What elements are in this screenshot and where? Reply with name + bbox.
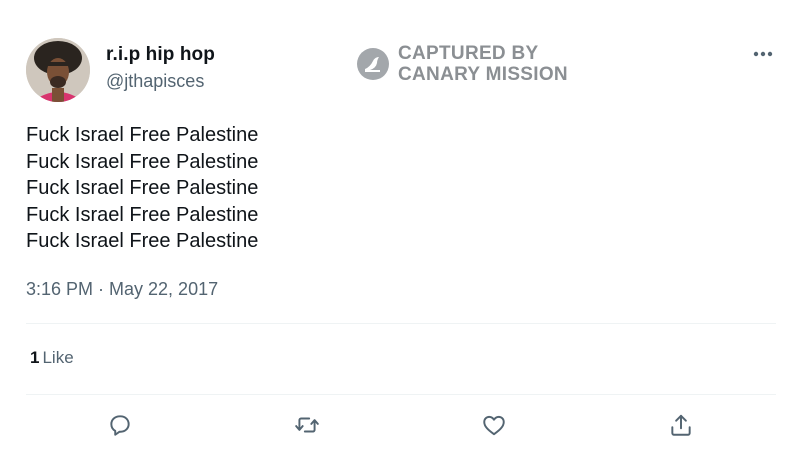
reply-button[interactable] bbox=[105, 410, 135, 440]
capture-watermark: CAPTURED BY CANARY MISSION bbox=[356, 43, 568, 85]
avatar[interactable] bbox=[26, 38, 90, 102]
divider bbox=[26, 323, 776, 324]
tweet-timestamp[interactable]: 3:16 PM · May 22, 2017 bbox=[26, 279, 218, 300]
tweet-card: r.i.p hip hop @jthapisces CAPTURED BY CA… bbox=[0, 0, 800, 462]
share-icon bbox=[671, 414, 691, 436]
reply-icon bbox=[110, 415, 130, 436]
likes-number: 1 bbox=[30, 348, 40, 367]
tweet-text-line: Fuck Israel Free Palestine bbox=[26, 150, 259, 173]
retweet-icon bbox=[295, 417, 319, 433]
tweet-text-line: Fuck Israel Free Palestine bbox=[26, 177, 259, 199]
more-dots-icon bbox=[753, 51, 773, 57]
tweet-text-line: Fuck Israel Free Palestine bbox=[26, 124, 259, 146]
tweet-text: Fuck Israel Free Palestine Fuck Israel F… bbox=[26, 122, 258, 255]
share-button[interactable] bbox=[666, 410, 696, 440]
canary-mission-logo-icon bbox=[357, 48, 389, 80]
likes-count[interactable]: 1 Like bbox=[30, 348, 74, 368]
display-name[interactable]: r.i.p hip hop bbox=[106, 44, 215, 66]
divider bbox=[26, 394, 776, 395]
username-handle[interactable]: @jthapisces bbox=[106, 71, 204, 92]
watermark-line-1: CAPTURED BY bbox=[398, 43, 539, 64]
likes-label: Like bbox=[42, 348, 74, 367]
heart-icon bbox=[483, 415, 505, 436]
retweet-button[interactable] bbox=[292, 410, 322, 440]
more-options-button[interactable] bbox=[748, 42, 778, 66]
watermark-line-2: CANARY MISSION bbox=[398, 64, 568, 85]
like-button[interactable] bbox=[479, 410, 509, 440]
avatar-image bbox=[26, 38, 90, 102]
tweet-text-line: Fuck Israel Free Palestine bbox=[26, 230, 259, 252]
tweet-text-line: Fuck Israel Free Palestine bbox=[26, 203, 259, 226]
